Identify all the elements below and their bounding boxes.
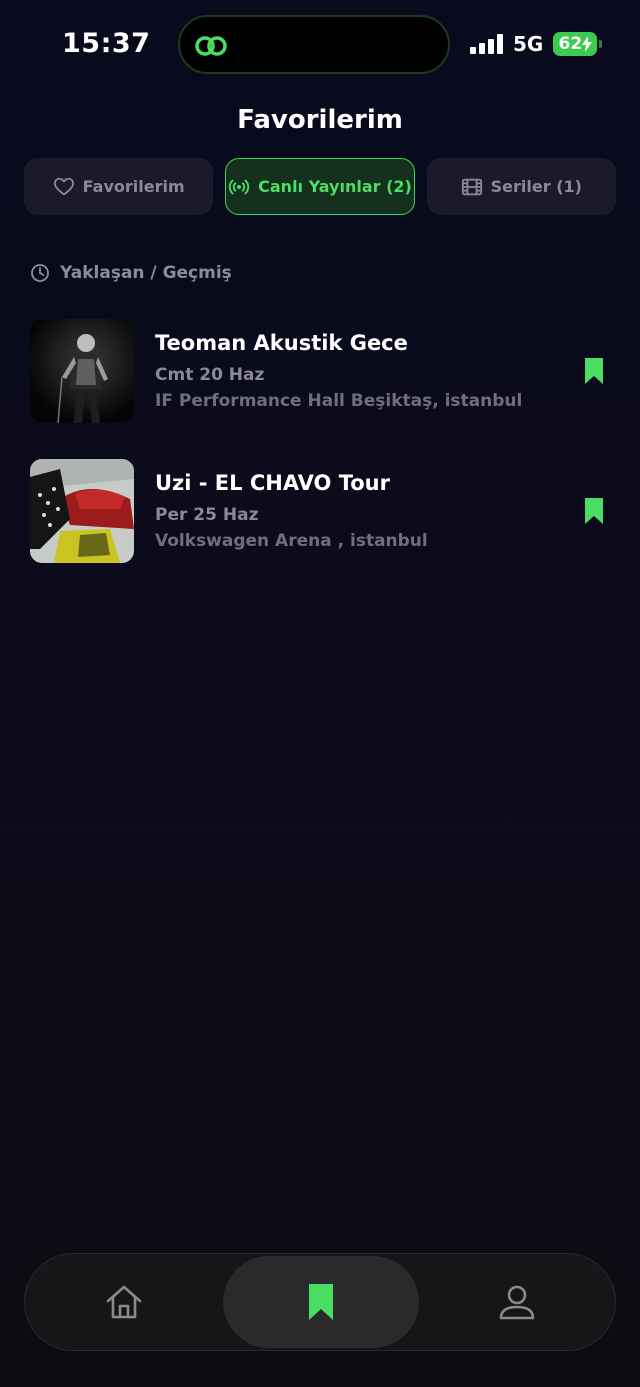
dynamic-island[interactable] [178, 15, 450, 74]
profile-icon [499, 1285, 535, 1319]
event-image [30, 459, 134, 563]
bookmark-icon[interactable] [583, 356, 605, 386]
signal-icon [470, 34, 503, 54]
tab-series-label: Seriler (1) [490, 177, 582, 196]
event-venue: Volkswagen Arena , istanbul [155, 531, 428, 551]
bookmark-icon [309, 1284, 333, 1320]
tab-series[interactable]: Seriler (1) [426, 158, 616, 215]
home-icon [106, 1285, 142, 1318]
tab-favorites[interactable]: Favorilerim [24, 158, 214, 215]
event-title: Teoman Akustik Gece [155, 331, 408, 355]
page-title: Favorilerim [237, 105, 403, 135]
battery-level: 62 [558, 34, 583, 54]
event-image [30, 319, 134, 423]
event-thumbnail [30, 459, 134, 563]
link-rings-icon [195, 36, 227, 56]
event-date: Per 25 Haz [155, 505, 259, 525]
nav-home-button[interactable] [25, 1254, 223, 1349]
section-label: Yaklaşan / Geçmiş [60, 263, 232, 283]
section-header: Yaklaşan / Geçmiş [30, 263, 232, 283]
event-title: Uzi - EL CHAVO Tour [155, 471, 390, 495]
event-date: Cmt 20 Haz [155, 365, 265, 385]
status-bar: 15:37 5G 62 [0, 0, 640, 90]
bottom-navigation [24, 1253, 616, 1351]
network-type: 5G [513, 32, 544, 56]
status-indicators: 5G 62 [470, 31, 603, 57]
clock-icon [31, 264, 49, 282]
event-thumbnail [30, 319, 134, 423]
tab-live-streams-label: Canlı Yayınlar (2) [258, 177, 412, 196]
film-icon [461, 178, 482, 195]
status-time: 15:37 [62, 28, 151, 59]
heart-icon [53, 177, 74, 195]
tab-bar: Favorilerim Canlı Yayınlar (2) Seriler (… [24, 158, 616, 215]
event-list-item[interactable]: Teoman Akustik Gece Cmt 20 Haz IF Perfor… [30, 319, 610, 424]
bookmark-icon[interactable] [583, 496, 605, 526]
charging-bolt-icon [582, 36, 593, 52]
battery-icon: 62 [553, 32, 603, 56]
event-list-item[interactable]: Uzi - EL CHAVO Tour Per 25 Haz Volkswage… [30, 459, 610, 564]
event-venue: IF Performance Hall Beşiktaş, istanbul [155, 391, 523, 411]
tab-favorites-label: Favorilerim [82, 177, 185, 196]
nav-favorites-button[interactable] [223, 1256, 419, 1348]
broadcast-icon [228, 179, 250, 194]
tab-live-streams[interactable]: Canlı Yayınlar (2) [225, 158, 415, 215]
nav-profile-button[interactable] [419, 1254, 615, 1349]
